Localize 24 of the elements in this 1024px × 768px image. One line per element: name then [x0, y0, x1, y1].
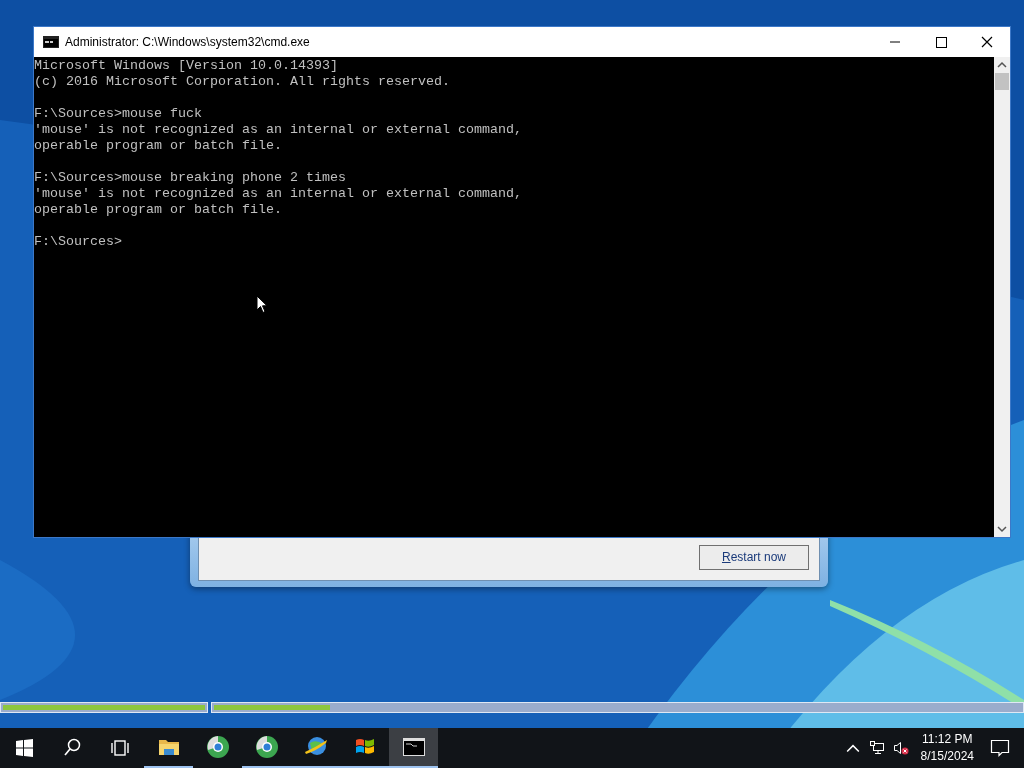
console-line: F:\Sources>mouse breaking phone 2 times — [34, 170, 347, 186]
console-line: (c) 2016 Microsoft Corporation. All rights reserved. — [34, 74, 451, 90]
browser-icon — [254, 735, 279, 759]
clock-time[interactable]: 11:12 PM — [922, 731, 973, 748]
mouse-pointer-icon — [256, 295, 268, 314]
taskbar-app-button[interactable] — [389, 728, 438, 768]
console-line: operable program or batch file. — [34, 202, 283, 218]
console-line: 'mouse' is not recognized as an internal or external command, — [34, 186, 523, 202]
console-icon — [43, 36, 59, 48]
console-line: operable program or batch file. — [34, 138, 283, 154]
browser-icon — [205, 735, 230, 759]
window-title: Administrator: C:\Windows\system32\cmd.exe — [65, 35, 310, 49]
restart-now-button[interactable]: Restart now — [699, 544, 809, 570]
notification-icon[interactable] — [990, 739, 1010, 757]
console-line: Microsoft Windows [Version 10.0.14393] — [34, 58, 339, 74]
network-icon[interactable] — [868, 741, 885, 755]
console-line: F:\Sources>mouse fuck — [34, 106, 203, 122]
scrollbar[interactable] — [994, 57, 1010, 537]
clock-date[interactable]: 8/15/2024 — [920, 748, 974, 765]
console-line: F:\Sources> — [34, 234, 123, 250]
console-line: 'mouse' is not recognized as an internal or external command, — [34, 122, 523, 138]
scroll-thumb[interactable] — [995, 73, 1009, 90]
console-icon — [401, 735, 426, 759]
speaker-icon[interactable] — [892, 741, 909, 755]
